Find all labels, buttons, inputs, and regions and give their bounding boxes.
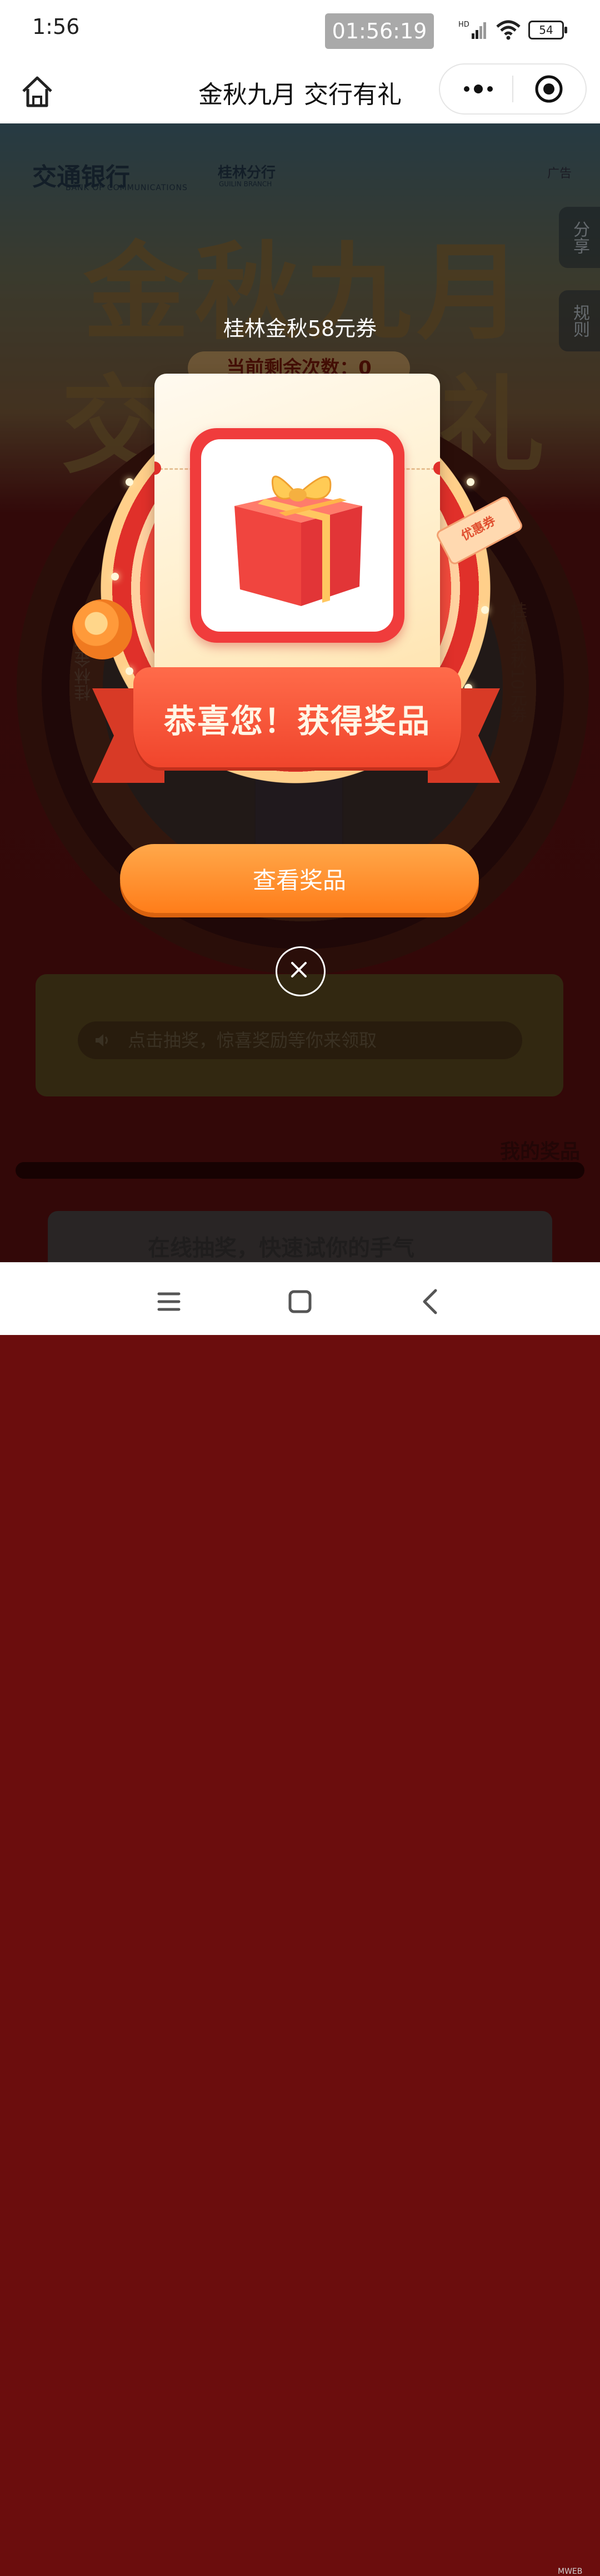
gift-frame (190, 428, 404, 643)
network-type: HD (458, 21, 469, 29)
mini-program-header: 金秋九月 交行有礼 (0, 61, 600, 124)
status-time: 1:56 (32, 14, 80, 39)
gift-card (201, 439, 393, 632)
congrats-ribbon: 恭喜您！获得奖品 (133, 667, 461, 767)
close-modal-button[interactable] (276, 946, 326, 996)
wifi-icon (496, 20, 521, 40)
capsule-menu (439, 63, 587, 115)
watermark: MWEB (558, 2567, 583, 2576)
ring-light (111, 573, 119, 580)
close-icon (291, 962, 307, 977)
screen-record-timer: 01:56:19 (325, 13, 434, 49)
ring-light (467, 478, 474, 486)
ticket-notch (154, 461, 161, 475)
gift-box-icon (234, 475, 362, 606)
close-program-icon[interactable] (534, 75, 563, 103)
ring-light (126, 667, 133, 675)
system-nav-bar: MWEB (0, 1262, 600, 2576)
capsule-divider (512, 76, 513, 102)
more-icon[interactable] (459, 77, 498, 101)
view-prize-button[interactable]: 查看奖品 (120, 844, 479, 913)
menu-icon[interactable] (152, 1285, 186, 1318)
coin-icon (72, 599, 132, 659)
prize-name: 桂林金秋58元券 (223, 316, 377, 341)
signal-icon: HD (458, 21, 486, 39)
back-icon[interactable] (414, 1285, 448, 1318)
status-icons: HD 54 (458, 16, 567, 44)
battery-icon: 54 (528, 21, 567, 39)
ring-light (481, 606, 489, 614)
home-square-icon[interactable] (283, 1285, 317, 1318)
congrats-text: 恭喜您！获得奖品 (163, 702, 431, 740)
status-bar: 1:56 01:56:19 HD 54 (0, 0, 600, 61)
ring-light (126, 478, 133, 486)
ticket-notch (433, 461, 440, 475)
